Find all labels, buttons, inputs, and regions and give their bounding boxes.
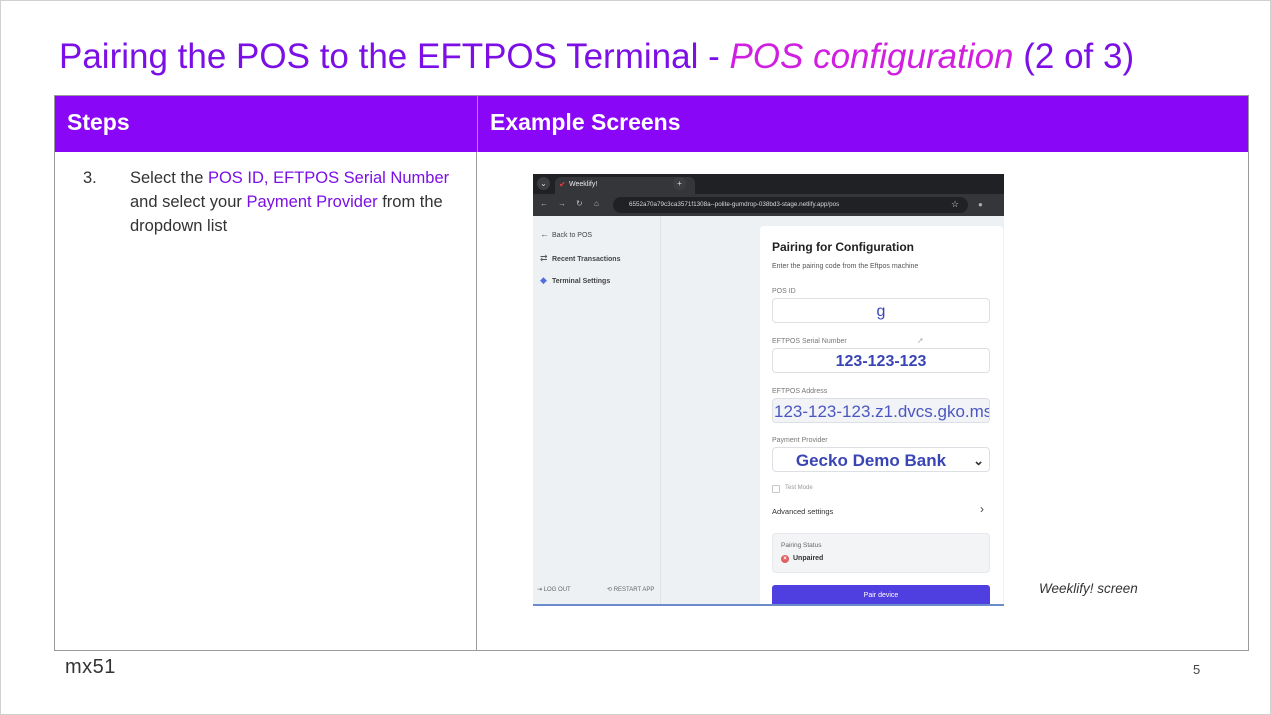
address-bar[interactable]: 6552a70a79c3ca3571f1308a--polite-gumdrop… [613, 197, 968, 213]
mouse-cursor-icon: ➚ [917, 336, 924, 345]
step-text: Select the POS ID, EFTPOS Serial Number … [130, 166, 475, 238]
header-example-screens: Example Screens [477, 96, 1248, 152]
restart-icon: ⟲ [607, 587, 613, 593]
sidebar-item-label: Recent Transactions [552, 256, 621, 263]
sidebar-item-terminal-settings[interactable]: ◆ Terminal Settings [540, 275, 610, 286]
app-sidebar: ← Back to POS ⇄ Recent Transactions ◆ Termi… [533, 216, 661, 604]
back-to-pos-link[interactable]: ← Back to POS [540, 229, 592, 239]
chevron-right-icon[interactable]: › [980, 502, 984, 516]
error-x-icon: × [781, 555, 789, 563]
bookmark-star-icon[interactable]: ☆ [951, 199, 959, 210]
pair-device-button[interactable]: Pair device [772, 585, 990, 604]
logout-label: LOG OUT [543, 587, 571, 593]
back-to-pos-label: Back to POS [552, 232, 593, 239]
header-steps: Steps [55, 96, 477, 152]
forward-arrow-icon[interactable]: → [558, 199, 566, 208]
address-bar-url: 6552a70a79c3ca3571f1308a--polite-gumdrop… [629, 201, 840, 208]
restart-app-button[interactable]: ⟲ RESTART APP [607, 586, 654, 593]
content-background [661, 216, 759, 604]
sidebar-item-recent-transactions[interactable]: ⇄ Recent Transactions [540, 253, 620, 264]
swap-arrows-icon: ⇄ [540, 253, 548, 263]
pos-id-value: g [876, 303, 886, 320]
example-screenshot: ⌄ ✔ Weeklify! ✕ + ← → ↻ ⌂ 6552a70a79c3ca… [533, 174, 1004, 606]
serial-number-input[interactable]: 123-123-123 [772, 348, 990, 373]
weeklify-logo-icon: ✔ [559, 180, 566, 189]
advanced-settings-row[interactable]: Advanced settings [772, 507, 833, 516]
column-divider [476, 152, 477, 650]
test-mode-checkbox[interactable] [772, 485, 780, 493]
browser-tab-title: Weeklify! [569, 181, 598, 188]
pairing-status-value: × Unpaired [781, 555, 823, 563]
back-arrow-icon: ← [540, 229, 549, 239]
step-text-2: and select your [130, 193, 247, 211]
new-tab-plus-icon[interactable]: + [673, 177, 686, 190]
terminal-icon: ◆ [540, 275, 547, 285]
step-highlight-2: Payment Provider [246, 193, 378, 211]
pos-id-input[interactable]: g [772, 298, 990, 323]
eftpos-address-label: EFTPOS Address [772, 388, 828, 395]
logout-button[interactable]: ⇥ LOG OUT [537, 586, 571, 593]
screenshot-caption: Weeklify! screen [1039, 581, 1138, 596]
logout-icon: ⇥ [537, 587, 543, 593]
sidebar-item-label: Terminal Settings [552, 278, 611, 285]
tab-menu-chevron-icon[interactable]: ⌄ [537, 177, 550, 190]
test-mode-label: Test Mode [785, 485, 813, 491]
panel-subtitle: Enter the pairing code from the Eftpos m… [772, 263, 919, 270]
mx51-logo: mx51 [65, 656, 116, 678]
chevron-down-icon: ⌄ [973, 453, 984, 468]
pairing-panel: Pairing for Configuration Enter the pair… [760, 226, 1003, 604]
panel-title: Pairing for Configuration [772, 240, 914, 254]
payment-provider-select[interactable]: Gecko Demo Bank ⌄ [772, 447, 990, 472]
home-icon[interactable]: ⌂ [594, 199, 599, 208]
page-number: 5 [1193, 662, 1201, 677]
restart-label: RESTART APP [613, 587, 655, 593]
serial-number-value: 123-123-123 [835, 353, 927, 370]
eftpos-address-value: 123-123-123.z1.dvcs.gko.msp [774, 402, 990, 421]
step-number: 3. [83, 169, 97, 187]
title-main: Pairing the POS to the EFTPOS Terminal - [59, 37, 730, 76]
payment-provider-label: Payment Provider [772, 437, 828, 444]
pairing-status-text: Unpaired [793, 555, 824, 562]
slide: Pairing the POS to the EFTPOS Terminal -… [0, 0, 1271, 715]
back-arrow-icon[interactable]: ← [540, 199, 548, 208]
payment-provider-value: Gecko Demo Bank [795, 451, 947, 470]
pos-id-label: POS ID [772, 288, 796, 295]
reload-icon[interactable]: ↻ [576, 199, 583, 208]
step-text-1: Select the [130, 169, 208, 187]
browser-tab-bar: ⌄ ✔ Weeklify! ✕ + [533, 174, 1004, 194]
slide-title: Pairing the POS to the EFTPOS Terminal -… [59, 37, 1134, 77]
browser-address-row: ← → ↻ ⌂ 6552a70a79c3ca3571f1308a--polite… [533, 194, 1004, 216]
serial-number-label: EFTPOS Serial Number [772, 338, 847, 345]
step-highlight-1: POS ID, EFTPOS Serial Number [207, 169, 450, 187]
pairing-status-box: Pairing Status × Unpaired [772, 533, 990, 573]
title-emphasis: POS configuration [729, 37, 1014, 76]
eftpos-address-input[interactable]: 123-123-123.z1.dvcs.gko.msp [772, 398, 990, 423]
title-suffix: (2 of 3) [1013, 37, 1135, 76]
extension-icon[interactable]: ● [978, 200, 983, 209]
pairing-status-label: Pairing Status [781, 542, 822, 549]
